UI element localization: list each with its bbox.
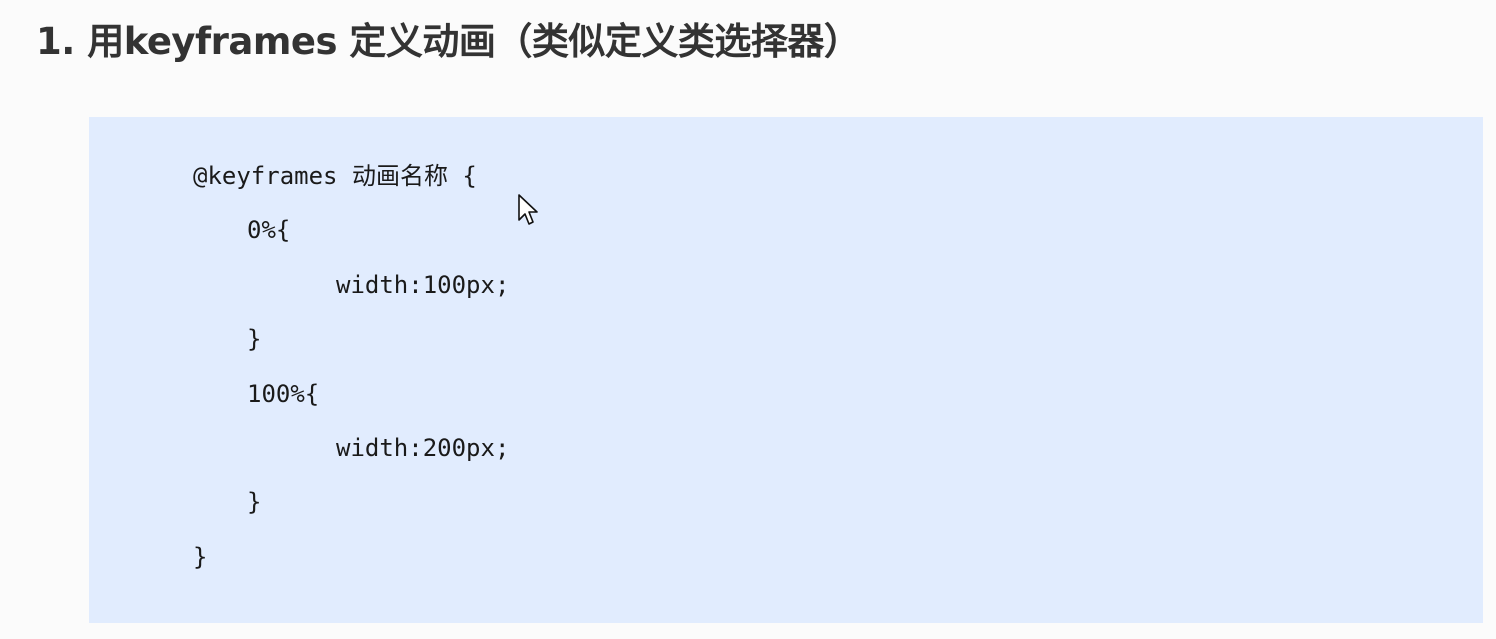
code-line: 100%{ [247,380,320,408]
code-block: @keyframes 动画名称 { 0%{ width:100px; } 100… [89,117,1483,623]
code-line: } [193,543,208,571]
code-line: width:200px; [336,434,510,462]
mouse-pointer-icon [518,194,538,225]
code-line: width:100px; [336,271,510,299]
section-heading: 1. 用keyframes 定义动画（类似定义类选择器） [36,12,861,72]
heading-number: 1. [36,20,75,63]
code-line: } [247,488,262,516]
code-line: 0%{ [247,216,291,244]
code-line: } [247,325,262,353]
heading-text: 用keyframes 定义动画（类似定义类选择器） [87,20,861,63]
code-line: @keyframes 动画名称 { [193,162,477,190]
